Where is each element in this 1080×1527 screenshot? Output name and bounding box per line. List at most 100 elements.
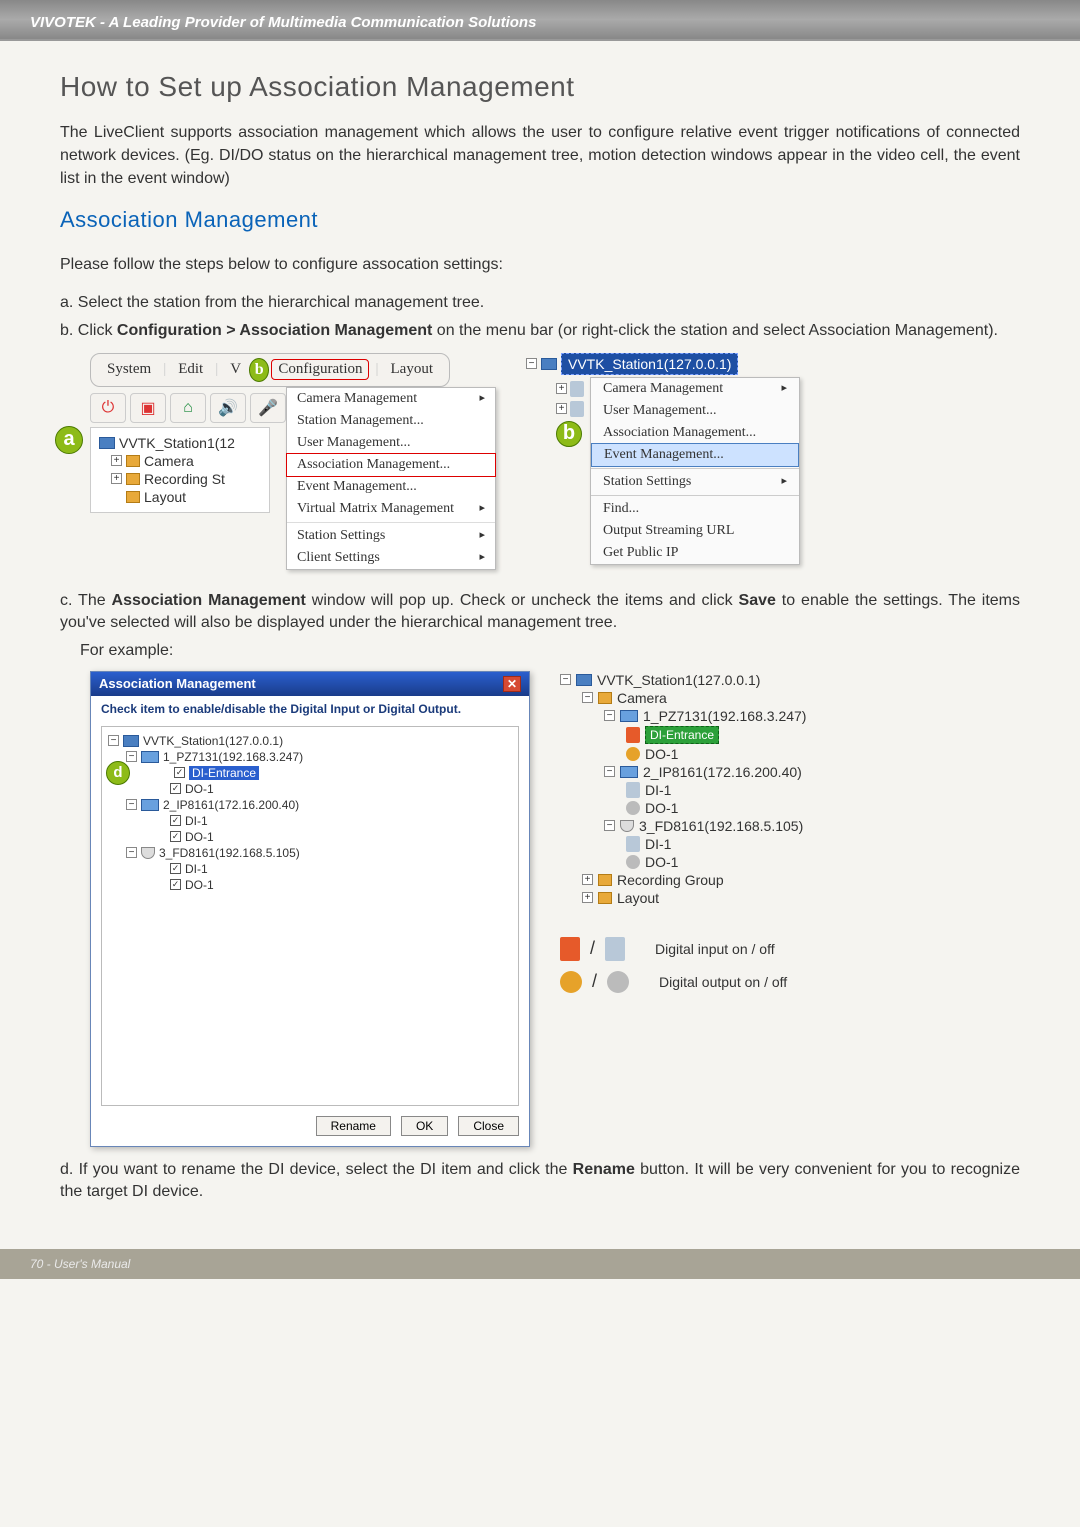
ctx-get-public-ip[interactable]: Get Public IP <box>591 542 799 564</box>
legend-di: / Digital input on / off <box>560 937 880 961</box>
checkbox-icon[interactable] <box>170 783 181 794</box>
marker-b-menubar: b <box>249 358 269 382</box>
dlg-station[interactable]: −VVTK_Station1(127.0.0.1) <box>108 733 512 749</box>
home-icon[interactable]: ⌂ <box>170 393 206 423</box>
tree-station-row[interactable]: VVTK_Station1(12 <box>99 434 261 452</box>
monitor-icon <box>576 674 592 686</box>
ctx-user-mgmt[interactable]: User Management... <box>591 400 799 422</box>
plus-icon[interactable]: + <box>111 473 122 484</box>
menuitem-camera-mgmt[interactable]: Camera Management <box>287 388 495 410</box>
res-do1-a[interactable]: DO-1 <box>560 745 880 763</box>
res-do1-b[interactable]: DO-1 <box>560 799 880 817</box>
step-a: a. Select the station from the hierarchi… <box>60 292 1020 314</box>
menuitem-virtual-matrix[interactable]: Virtual Matrix Management <box>287 498 495 520</box>
tree-plus-row[interactable]: + <box>556 401 584 417</box>
section-title: Association Management <box>60 207 1020 233</box>
checkbox-icon[interactable] <box>170 863 181 874</box>
ok-button[interactable]: OK <box>401 1116 448 1136</box>
tree-plus-row[interactable]: + <box>556 381 584 397</box>
folder-icon <box>126 491 140 503</box>
menu-configuration[interactable]: Configuration <box>271 359 369 380</box>
dialog-instruction: Check item to enable/disable the Digital… <box>91 696 529 722</box>
tree-recording-row[interactable]: + Recording St <box>99 470 261 488</box>
association-dialog: Association Management ✕ Check item to e… <box>90 671 530 1147</box>
generic-icon <box>570 401 584 417</box>
dialog-row: Association Management ✕ Check item to e… <box>90 671 1020 1147</box>
dlg-di-entrance[interactable]: d DI-Entrance <box>108 765 512 781</box>
dlg-cam2[interactable]: −2_IP8161(172.16.200.40) <box>108 797 512 813</box>
dlg-do1-c[interactable]: DO-1 <box>108 877 512 893</box>
dlg-cam1[interactable]: −1_PZ7131(192.168.3.247) <box>108 749 512 765</box>
checkbox-icon[interactable] <box>174 767 185 778</box>
tree-camera-row[interactable]: + Camera <box>99 452 261 470</box>
menu-system[interactable]: System <box>101 359 157 380</box>
station-tree: a VVTK_Station1(12 + Camera <box>90 427 270 513</box>
menu-layout[interactable]: Layout <box>385 359 440 380</box>
menubar: System | Edit | V b Configuration | Layo… <box>90 353 450 387</box>
monitor-icon <box>99 437 115 449</box>
res-di-entrance[interactable]: DI-Entrance <box>560 725 880 745</box>
res-cam2[interactable]: −2_IP8161(172.16.200.40) <box>560 763 880 781</box>
checkbox-icon[interactable] <box>170 879 181 890</box>
menuitem-station-mgmt[interactable]: Station Management... <box>287 410 495 432</box>
res-do1-c[interactable]: DO-1 <box>560 853 880 871</box>
dlg-do1-b[interactable]: DO-1 <box>108 829 512 845</box>
step-d: d. If you want to rename the DI device, … <box>60 1159 1020 1204</box>
dialog-buttons: Rename OK Close <box>91 1106 529 1146</box>
mic-icon[interactable]: 🎤 <box>250 393 286 423</box>
menuitem-station-settings[interactable]: Station Settings <box>287 525 495 547</box>
tree-recording-label: Recording St <box>144 471 225 487</box>
menuitem-event-mgmt[interactable]: Event Management... <box>287 476 495 498</box>
context-menu: Camera Management User Management... Ass… <box>590 377 800 565</box>
camera-icon <box>620 766 638 778</box>
res-cam3[interactable]: −3_FD8161(192.168.5.105) <box>560 817 880 835</box>
result-column: −VVTK_Station1(127.0.0.1) −Camera −1_PZ7… <box>560 671 880 1147</box>
checkbox-icon[interactable] <box>170 831 181 842</box>
plus-icon[interactable]: + <box>111 455 122 466</box>
tree-layout-row[interactable]: Layout <box>99 488 261 506</box>
folder-icon <box>126 473 140 485</box>
di-on-icon <box>626 727 640 743</box>
rename-button[interactable]: Rename <box>316 1116 391 1136</box>
menuitem-client-settings[interactable]: Client Settings <box>287 547 495 569</box>
folder-icon <box>598 874 612 886</box>
step-b: b. Click Configuration > Association Man… <box>60 320 1020 342</box>
toolbar: ⏻ ▣ ⌂ 🔊 🎤 <box>90 393 286 423</box>
ctx-output-url[interactable]: Output Streaming URL <box>591 520 799 542</box>
close-button[interactable]: Close <box>458 1116 519 1136</box>
checkbox-icon[interactable] <box>170 815 181 826</box>
intro-paragraph: The LiveClient supports association mana… <box>60 121 1020 191</box>
speaker-icon[interactable]: 🔊 <box>210 393 246 423</box>
ctx-event-mgmt[interactable]: Event Management... <box>591 443 799 467</box>
do-off-icon <box>626 855 640 869</box>
res-di1-c[interactable]: DI-1 <box>560 835 880 853</box>
camera-icon <box>620 710 638 722</box>
ctx-camera-mgmt[interactable]: Camera Management <box>591 378 799 400</box>
menuitem-user-mgmt[interactable]: User Management... <box>287 432 495 454</box>
dlg-di1-c[interactable]: DI-1 <box>108 861 512 877</box>
station-selected-label[interactable]: VVTK_Station1(127.0.0.1) <box>561 353 738 375</box>
dlg-cam3[interactable]: −3_FD8161(192.168.5.105) <box>108 845 512 861</box>
menuitem-association-mgmt[interactable]: Association Management... <box>286 453 496 477</box>
ctx-association-mgmt[interactable]: Association Management... <box>591 422 799 444</box>
res-cam1[interactable]: −1_PZ7131(192.168.3.247) <box>560 707 880 725</box>
menu-edit[interactable]: Edit <box>172 359 209 380</box>
page-content: How to Set up Association Management The… <box>0 41 1080 1229</box>
ctx-find[interactable]: Find... <box>591 498 799 520</box>
dlg-di1-b[interactable]: DI-1 <box>108 813 512 829</box>
di-on-icon <box>560 937 580 961</box>
res-di1-b[interactable]: DI-1 <box>560 781 880 799</box>
menu-view[interactable]: V <box>224 359 247 380</box>
dlg-do1-a[interactable]: DO-1 <box>108 781 512 797</box>
res-camera[interactable]: −Camera <box>560 689 880 707</box>
ctx-station-settings[interactable]: Station Settings <box>591 471 799 493</box>
power-icon[interactable]: ⏻ <box>90 393 126 423</box>
close-icon[interactable]: ✕ <box>503 676 521 692</box>
configuration-dropdown: Camera Management Station Management... … <box>286 387 496 570</box>
page-footer: 70 - User's Manual <box>0 1249 1080 1279</box>
res-station[interactable]: −VVTK_Station1(127.0.0.1) <box>560 671 880 689</box>
minus-icon[interactable]: − <box>526 358 537 369</box>
res-layout[interactable]: +Layout <box>560 889 880 907</box>
crop-icon[interactable]: ▣ <box>130 393 166 423</box>
res-recording[interactable]: +Recording Group <box>560 871 880 889</box>
